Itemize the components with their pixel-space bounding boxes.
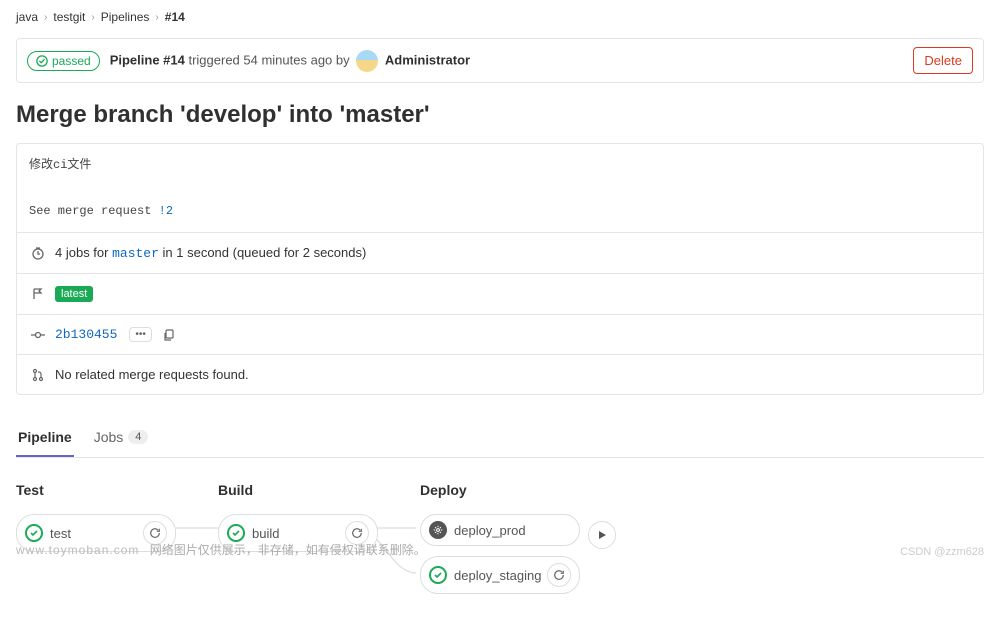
chevron-right-icon: › xyxy=(44,12,47,23)
status-badge[interactable]: passed xyxy=(27,51,100,71)
pipeline-details: 4 jobs for master in 1 second (queued fo… xyxy=(16,233,984,395)
stage-title: Test xyxy=(16,482,176,498)
page-title: Merge branch 'develop' into 'master' xyxy=(16,101,984,129)
commit-line: 修改ci文件 xyxy=(29,154,971,177)
jobs-count-badge: 4 xyxy=(128,430,148,444)
job-label: test xyxy=(50,526,71,541)
flag-icon xyxy=(31,287,45,301)
retry-icon[interactable] xyxy=(547,563,571,587)
branch-link[interactable]: master xyxy=(112,246,159,261)
breadcrumb-item[interactable]: Pipelines xyxy=(101,10,150,24)
merge-requests-row: No related merge requests found. xyxy=(17,354,983,394)
pipeline-header: passed Pipeline #14 triggered 54 minutes… xyxy=(16,38,984,83)
timer-icon xyxy=(31,246,45,260)
latest-tag[interactable]: latest xyxy=(55,286,93,302)
tab-label: Jobs xyxy=(94,429,124,445)
commit-row: 2b130455 ••• xyxy=(17,314,983,354)
stage-title: Build xyxy=(218,482,378,498)
commit-line: See merge request xyxy=(29,204,159,218)
check-circle-icon xyxy=(227,524,245,542)
job-label: deploy_staging xyxy=(454,568,541,583)
stage-title: Deploy xyxy=(420,482,620,498)
tab-jobs[interactable]: Jobs 4 xyxy=(92,419,151,457)
chevron-right-icon: › xyxy=(91,12,94,23)
user-name[interactable]: Administrator xyxy=(385,52,470,67)
commit-message: 修改ci文件 See merge request !2 xyxy=(16,143,984,233)
breadcrumb: java › testgit › Pipelines › #14 xyxy=(16,0,984,38)
more-options-button[interactable]: ••• xyxy=(129,327,152,342)
check-circle-icon xyxy=(429,566,447,584)
job-label: deploy_prod xyxy=(454,523,526,538)
pipeline-number: Pipeline #14 xyxy=(110,52,185,67)
csdn-watermark: CSDN @zzm628 xyxy=(900,546,984,558)
jobs-duration-text: in 1 second (queued for 2 seconds) xyxy=(159,245,366,260)
merge-request-icon xyxy=(31,368,45,382)
commit-sha-link[interactable]: 2b130455 xyxy=(55,327,117,342)
gear-icon xyxy=(429,521,447,539)
breadcrumb-item[interactable]: testgit xyxy=(53,10,85,24)
chevron-right-icon: › xyxy=(155,12,158,23)
triggered-text: triggered 54 minutes ago by xyxy=(185,52,353,67)
stage-deploy: Deploy deploy_prod xyxy=(420,482,620,604)
copy-icon[interactable] xyxy=(162,328,176,342)
watermark-text: 网络图片仅供展示，非存储，如有侵权请联系删除。 xyxy=(150,543,426,557)
check-circle-icon xyxy=(36,55,48,67)
pipeline-info: Pipeline #14 triggered 54 minutes ago by… xyxy=(110,50,470,72)
breadcrumb-item[interactable]: java xyxy=(16,10,38,24)
job-deploy-prod[interactable]: deploy_prod xyxy=(420,514,580,546)
delete-button[interactable]: Delete xyxy=(913,47,973,74)
watermark-domain: www.toymoban.com xyxy=(16,543,139,557)
jobs-summary-row: 4 jobs for master in 1 second (queued fo… xyxy=(17,233,983,273)
breadcrumb-current: #14 xyxy=(165,10,185,24)
no-mr-text: No related merge requests found. xyxy=(55,367,249,382)
status-text: passed xyxy=(52,54,91,68)
tab-pipeline[interactable]: Pipeline xyxy=(16,419,74,457)
watermark: www.toymoban.com 网络图片仅供展示，非存储，如有侵权请联系删除。 xyxy=(16,541,426,558)
tabs: Pipeline Jobs 4 xyxy=(16,419,984,458)
job-deploy-staging[interactable]: deploy_staging xyxy=(420,556,580,594)
jobs-count-text: 4 jobs for xyxy=(55,245,112,260)
job-label: build xyxy=(252,526,279,541)
play-icon[interactable] xyxy=(588,521,616,549)
check-circle-icon xyxy=(25,524,43,542)
commit-icon xyxy=(31,328,45,342)
merge-request-link[interactable]: !2 xyxy=(159,204,173,218)
avatar[interactable] xyxy=(356,50,378,72)
tags-row: latest xyxy=(17,273,983,314)
